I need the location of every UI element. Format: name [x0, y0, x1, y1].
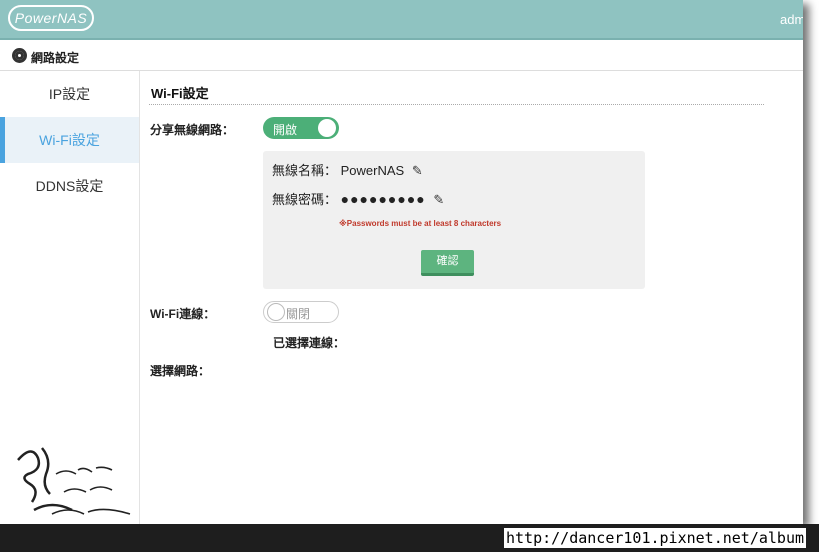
toggle-knob — [267, 303, 285, 321]
sidebar-item-ip-settings[interactable]: IP設定 — [0, 71, 139, 117]
selected-connection-label: 已選擇連線： — [273, 336, 346, 350]
sidebar-item-wifi-settings[interactable]: Wi-Fi設定 — [0, 117, 139, 163]
main-content: Wi-Fi設定 分享無線網路： 開啟 無線名稱： PowerNAS ✎ 無線密碼… — [139, 71, 803, 524]
top-bar: PowerNAS adm — [0, 0, 803, 40]
album-url: http://dancer101.pixnet.net/album — [503, 528, 806, 548]
password-warning: ※Passwords must be at least 8 characters — [339, 219, 502, 228]
edit-password-pencil-icon[interactable]: ✎ — [433, 192, 444, 208]
wifi-connect-toggle[interactable]: 關閉 — [263, 301, 339, 323]
share-wireless-label: 分享無線網路： — [150, 123, 235, 137]
ssid-label: 無線名稱： — [272, 163, 338, 178]
title-divider — [149, 104, 764, 105]
share-wireless-toggle-label: 開啟 — [273, 123, 298, 137]
page-title: Wi-Fi設定 — [151, 86, 209, 101]
sidebar-item-ddns-settings[interactable]: DDNS設定 — [0, 163, 139, 209]
password-row: 無線密碼： ●●●●●●●●● ✎ — [272, 189, 444, 208]
password-value: ●●●●●●●●● — [340, 191, 426, 207]
breadcrumb: 網路設定 — [0, 40, 803, 71]
wifi-connect-label: Wi-Fi連線： — [150, 307, 216, 321]
powernas-logo[interactable]: PowerNAS — [8, 5, 94, 31]
ssid-row: 無線名稱： PowerNAS ✎ — [272, 160, 423, 179]
share-wireless-toggle[interactable]: 開啟 — [263, 117, 339, 139]
breadcrumb-title: 網路設定 — [31, 51, 80, 65]
toggle-knob — [318, 119, 336, 137]
wireless-settings-panel: 無線名稱： PowerNAS ✎ 無線密碼： ●●●●●●●●● ✎ ※Pass… — [263, 151, 645, 289]
handwritten-signature-watermark — [17, 447, 131, 515]
confirm-button[interactable]: 確認 — [421, 250, 474, 276]
password-label: 無線密碼： — [272, 192, 338, 207]
select-network-label: 選擇網路： — [150, 364, 211, 378]
footer-bar: http://dancer101.pixnet.net/album — [0, 524, 819, 552]
wifi-connect-toggle-label: 關閉 — [286, 307, 311, 321]
edit-ssid-pencil-icon[interactable]: ✎ — [412, 163, 423, 179]
network-globe-icon — [12, 48, 27, 63]
ssid-value: PowerNAS — [340, 163, 405, 178]
app-window: PowerNAS adm 網路設定 IP設定 Wi-Fi設定 DDNS設定 Wi… — [0, 0, 803, 524]
user-menu[interactable]: adm — [780, 12, 803, 27]
